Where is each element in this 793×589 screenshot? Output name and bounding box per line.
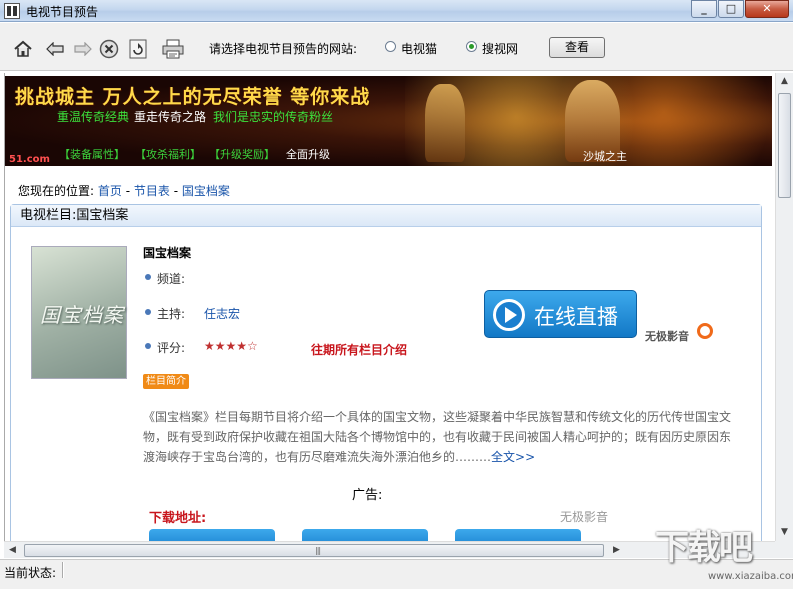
scroll-right-icon[interactable]: ▶: [608, 542, 625, 559]
radio-label-soushiwang[interactable]: 搜视网: [482, 40, 518, 57]
intro-tag: 栏目简介: [143, 374, 189, 389]
full-text-link[interactable]: 全文>>: [491, 450, 535, 464]
close-icon: ✕: [762, 2, 772, 15]
back-arrow-icon[interactable]: [44, 38, 66, 60]
panel-header: 电视栏目:国宝档案: [11, 205, 761, 227]
breadcrumb-separator: -: [169, 184, 182, 198]
grip-icon: |||: [315, 546, 321, 555]
live-stream-button[interactable]: 在线直播: [484, 290, 637, 338]
vertical-scrollbar[interactable]: ▲ ▼: [775, 73, 793, 541]
minimize-icon: _: [701, 2, 707, 15]
breadcrumb-home[interactable]: 首页: [98, 184, 122, 198]
home-icon[interactable]: [12, 38, 34, 60]
refresh-icon[interactable]: [127, 38, 149, 60]
banner-sub-text: 我们是忠实的传奇粉丝: [213, 110, 334, 124]
play-icon: [493, 299, 525, 331]
maximize-icon: □: [725, 2, 737, 15]
window-title: 电视节目预告: [26, 5, 99, 19]
download-button[interactable]: [149, 529, 275, 541]
live-stream-label: 在线直播: [534, 305, 618, 329]
program-title: 国宝档案: [143, 246, 192, 260]
radio-soushiwang[interactable]: [466, 41, 477, 52]
web-content: 挑战城主 万人之上的无尽荣誉 等你来战 重温传奇经典 重走传奇之路 我们是忠实的…: [4, 73, 775, 541]
banner-site: 51.com: [9, 154, 50, 165]
radio-label-dianshimao[interactable]: 电视猫: [401, 40, 437, 57]
scroll-down-icon[interactable]: ▼: [776, 524, 793, 541]
download-label: 下载地址:: [149, 511, 207, 526]
player-brand: 无极影音: [645, 330, 689, 343]
watermark-logo: 下载吧: [655, 528, 753, 568]
banner-bottom-text: 【升级奖励】: [209, 148, 275, 161]
forward-arrow-icon[interactable]: [72, 38, 94, 60]
past-episodes-link[interactable]: 往期所有栏目介绍: [311, 341, 407, 358]
title-bar[interactable]: 电视节目预告 _ □ ✕: [0, 0, 793, 22]
breadcrumb-current[interactable]: 国宝档案: [182, 184, 230, 198]
program-poster: 国宝档案: [31, 246, 127, 379]
ad-banner[interactable]: 挑战城主 万人之上的无尽荣誉 等你来战 重温传奇经典 重走传奇之路 我们是忠实的…: [5, 76, 772, 166]
banner-sub-text: 重温传奇经典: [57, 110, 130, 124]
view-button[interactable]: 查看: [549, 37, 605, 58]
scroll-left-icon[interactable]: ◀: [4, 542, 21, 559]
bullet-icon: [145, 343, 151, 349]
print-icon[interactable]: [162, 38, 184, 60]
stop-icon[interactable]: [98, 38, 120, 60]
breadcrumb-schedule[interactable]: 节目表: [134, 184, 170, 198]
bullet-icon: [145, 274, 151, 280]
horizontal-scroll-thumb[interactable]: |||: [24, 544, 604, 557]
app-icon: [4, 3, 20, 19]
banner-bottom-text: 【装备属性】: [59, 148, 125, 161]
scroll-corner: [775, 541, 793, 558]
banner-tag: 沙城之主: [583, 150, 627, 163]
status-label: 当前状态:: [4, 566, 57, 580]
description-text: 《国宝档案》栏目每期节目将介绍一个具体的国宝文物，这些凝聚着中华民族智慧和传统文…: [143, 410, 732, 464]
radio-dianshimao[interactable]: [385, 41, 396, 52]
scroll-up-icon[interactable]: ▲: [776, 73, 793, 90]
channel-label: 频道:: [157, 272, 186, 286]
breadcrumb: 您现在的位置: 首页 - 节目表 - 国宝档案: [18, 182, 230, 199]
close-button[interactable]: ✕: [745, 0, 789, 18]
vertical-scroll-thumb[interactable]: [778, 93, 791, 198]
program-description: 《国宝档案》栏目每期节目将介绍一个具体的国宝文物，这些凝聚着中华民族智慧和传统文…: [143, 407, 741, 467]
banner-bottom-text: 【攻杀福利】: [135, 148, 201, 161]
banner-sub-text: 重走传奇之路: [134, 110, 207, 124]
rating-label: 评分:: [157, 341, 186, 355]
download-button[interactable]: [455, 529, 581, 541]
banner-figure: [425, 84, 465, 162]
banner-bottom-text: 全面升级: [286, 148, 330, 161]
ad-label: 广告:: [352, 488, 383, 503]
window-controls: _ □ ✕: [690, 0, 789, 18]
download-button[interactable]: [302, 529, 428, 541]
host-name[interactable]: 任志宏: [204, 305, 240, 322]
banner-headline: 挑战城主 万人之上的无尽荣誉 等你来战: [15, 86, 371, 108]
poster-text: 国宝档案: [40, 303, 124, 327]
host-label: 主持:: [157, 307, 186, 321]
download-source: 无极影音: [560, 510, 609, 524]
toolbar: 请选择电视节目预告的网站: 电视猫 搜视网 查看: [0, 23, 793, 71]
watermark-url: www.xiazaiba.com: [708, 571, 793, 582]
status-divider: [62, 562, 64, 578]
site-prompt: 请选择电视节目预告的网站:: [209, 42, 358, 56]
player-logo-icon: [697, 323, 713, 339]
minimize-button[interactable]: _: [691, 0, 717, 18]
breadcrumb-prefix: 您现在的位置:: [18, 184, 95, 198]
maximize-button[interactable]: □: [718, 0, 744, 18]
rating-stars: ★★★★☆: [204, 339, 258, 353]
breadcrumb-separator: -: [121, 184, 134, 198]
bullet-icon: [145, 309, 151, 315]
